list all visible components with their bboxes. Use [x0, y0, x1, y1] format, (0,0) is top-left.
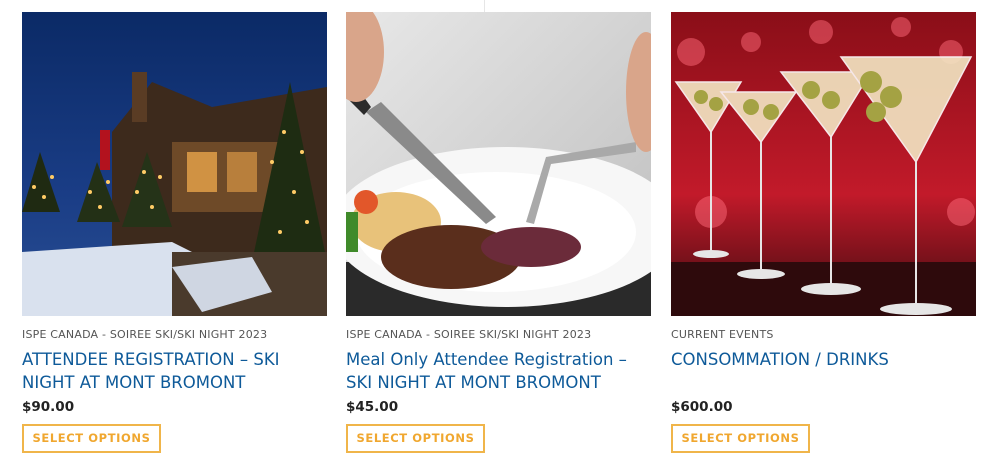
product-price: $600.00: [671, 399, 733, 415]
product-card: ISPE CANADA - SOIREE SKI/SKI NIGHT 2023 …: [22, 12, 327, 453]
select-options-button[interactable]: SELECT OPTIONS: [346, 424, 485, 453]
product-category[interactable]: ISPE CANADA - SOIREE SKI/SKI NIGHT 2023: [22, 328, 327, 342]
product-title-link[interactable]: CONSOMMATION / DRINKS: [671, 348, 976, 394]
product-category[interactable]: CURRENT EVENTS: [671, 328, 976, 342]
product-title-link[interactable]: Meal Only Attendee Registration – SKI NI…: [346, 348, 651, 394]
ski-lodge-night-image[interactable]: [22, 12, 327, 316]
product-price: $45.00: [346, 399, 399, 415]
top-divider: [484, 0, 485, 12]
product-card: ISPE CANADA - SOIREE SKI/SKI NIGHT 2023 …: [346, 12, 651, 453]
select-options-button[interactable]: SELECT OPTIONS: [671, 424, 810, 453]
product-category[interactable]: ISPE CANADA - SOIREE SKI/SKI NIGHT 2023: [346, 328, 651, 342]
meal-plate-image[interactable]: [346, 12, 651, 316]
martini-glasses-image[interactable]: [671, 12, 976, 316]
select-options-button[interactable]: SELECT OPTIONS: [22, 424, 161, 453]
product-card: CURRENT EVENTS CONSOMMATION / DRINKS $60…: [671, 12, 976, 453]
product-price: $90.00: [22, 399, 75, 415]
product-title-link[interactable]: ATTENDEE REGISTRATION – SKI NIGHT AT MON…: [22, 348, 327, 394]
